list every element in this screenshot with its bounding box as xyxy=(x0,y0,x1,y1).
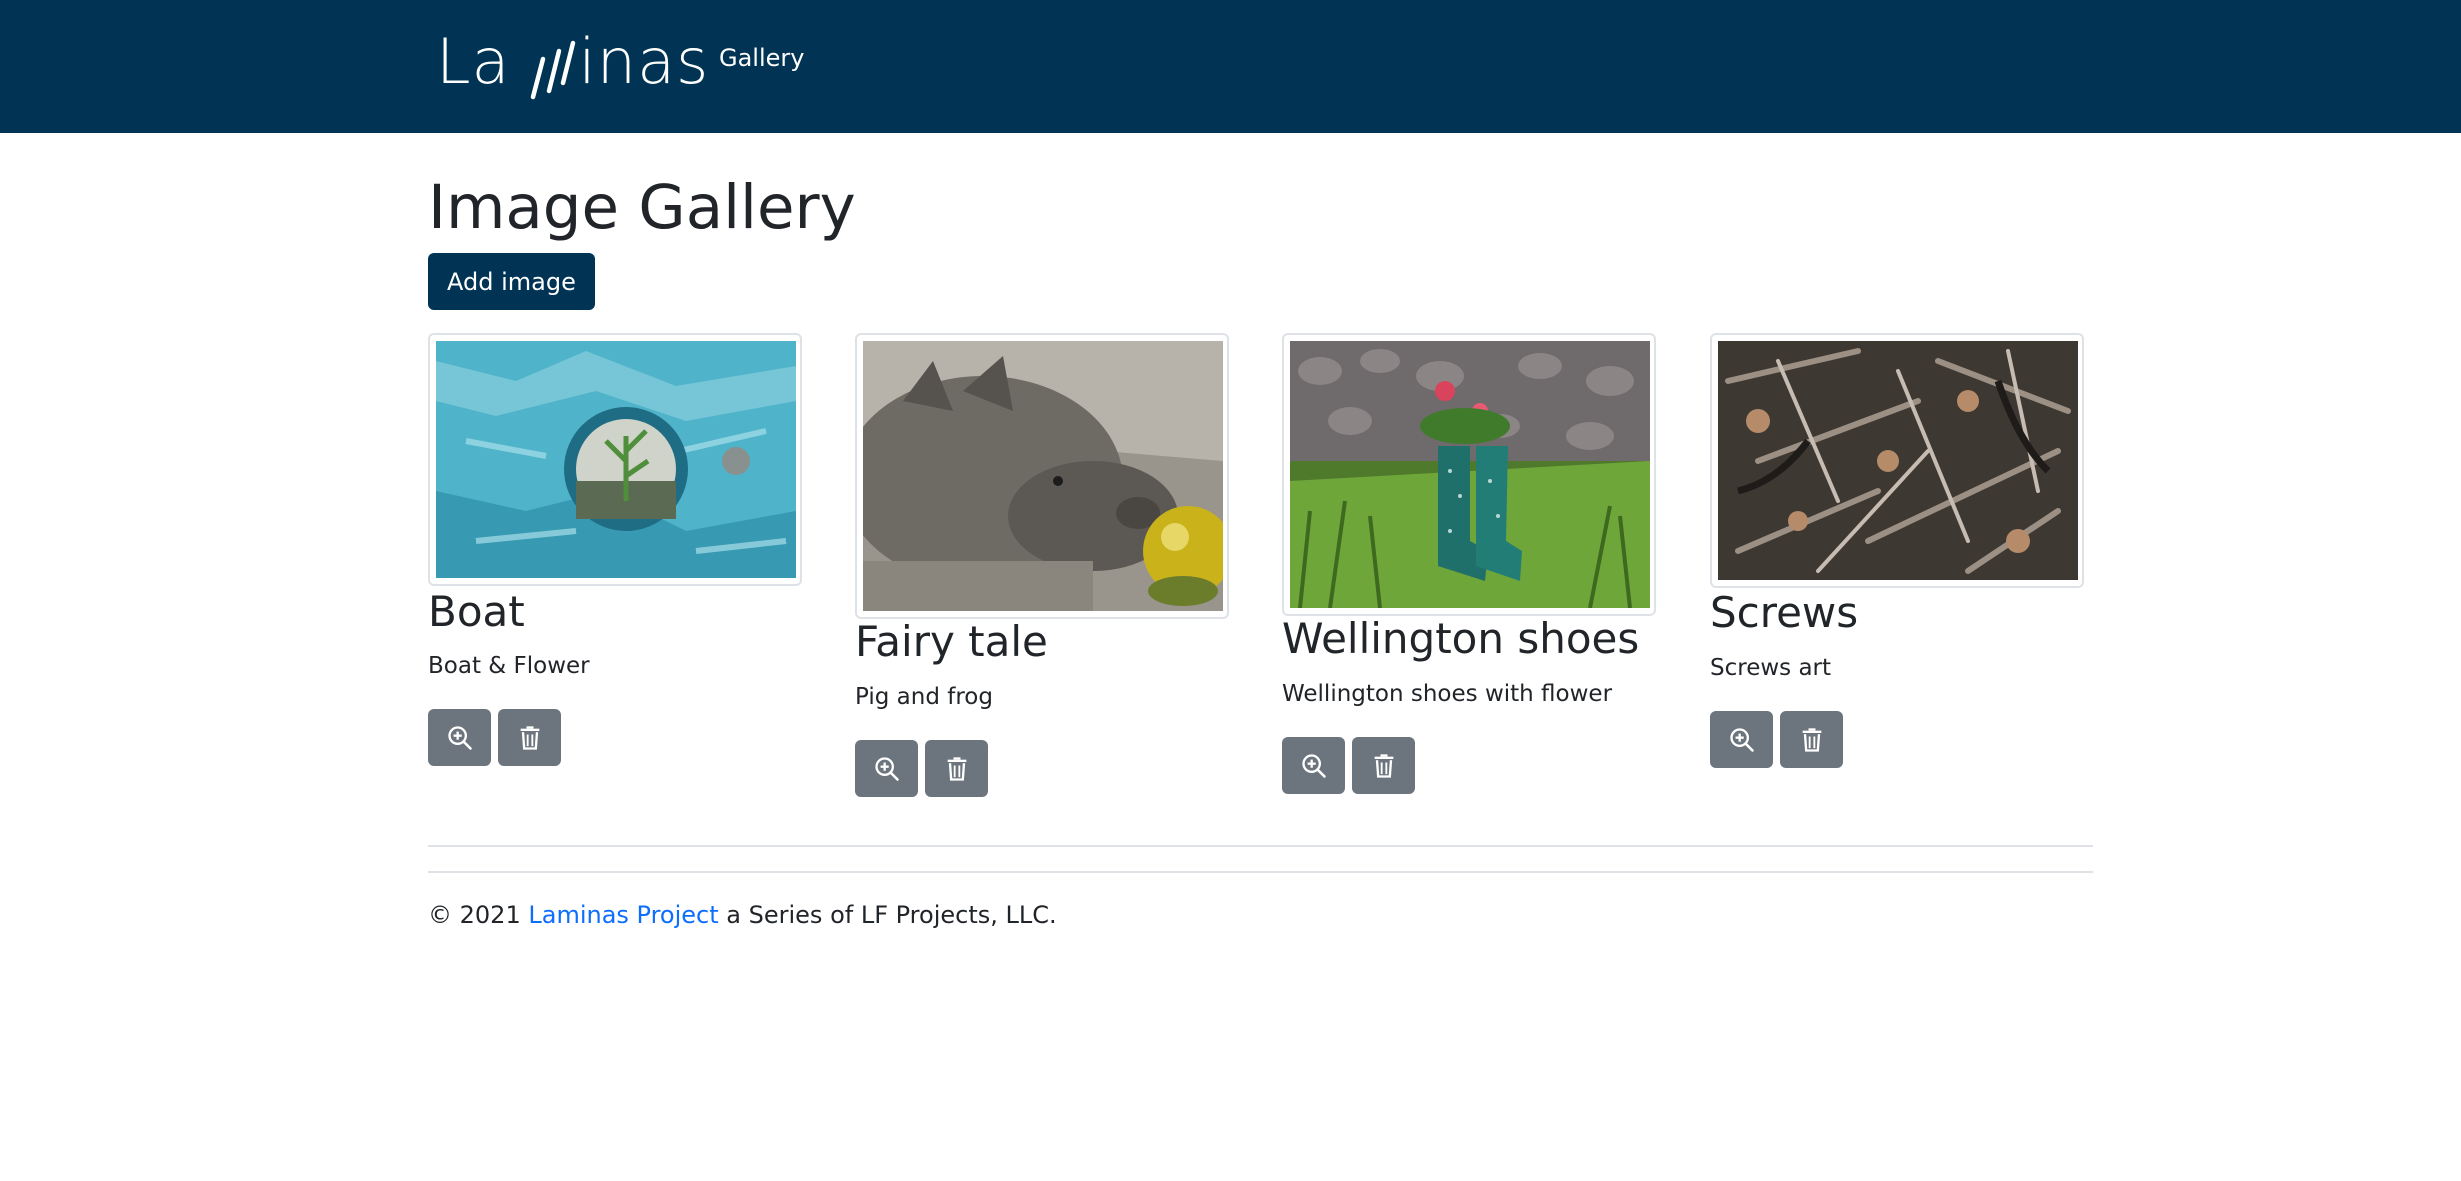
logo-text-right: inas xyxy=(578,24,710,98)
add-image-button[interactable]: Add image xyxy=(428,253,595,310)
boat-photo xyxy=(436,341,796,578)
zoom-in-icon xyxy=(1301,753,1326,778)
footer-copyright: © 2021 xyxy=(428,901,521,929)
wellington-shoes-photo xyxy=(1290,341,1650,608)
image-actions xyxy=(855,740,988,797)
view-image-button[interactable] xyxy=(428,709,491,766)
image-actions xyxy=(1710,711,1843,768)
image-title: Screws xyxy=(1710,588,1859,637)
pig-frog-photo xyxy=(863,341,1223,611)
image-thumbnail-wellington-shoes[interactable] xyxy=(1282,333,1656,616)
zoom-in-icon xyxy=(874,756,899,781)
nav-gallery-link[interactable]: Gallery xyxy=(719,44,804,72)
content-divider xyxy=(428,845,2093,847)
trash-icon xyxy=(1374,753,1393,778)
delete-image-button[interactable] xyxy=(925,740,988,797)
image-actions xyxy=(1282,737,1415,794)
footer-laminas-link[interactable]: Laminas Project xyxy=(528,901,718,929)
trash-icon xyxy=(1802,727,1821,752)
footer-suffix: a Series of LF Projects, LLC. xyxy=(726,901,1057,929)
image-thumbnail-boat[interactable] xyxy=(428,333,802,586)
logo-slashes-icon xyxy=(530,40,575,100)
view-image-button[interactable] xyxy=(1282,737,1345,794)
image-description: Pig and frog xyxy=(855,684,993,710)
screws-photo xyxy=(1718,341,2078,580)
laminas-logo[interactable]: La inas xyxy=(436,16,709,106)
footer-divider xyxy=(428,871,2093,873)
zoom-in-icon xyxy=(447,725,472,750)
image-description: Boat & Flower xyxy=(428,653,590,679)
view-image-button[interactable] xyxy=(1710,711,1773,768)
zoom-in-icon xyxy=(1729,727,1754,752)
logo-text-left: La xyxy=(436,24,511,98)
delete-image-button[interactable] xyxy=(1352,737,1415,794)
image-thumbnail-screws[interactable] xyxy=(1710,333,2084,588)
image-thumbnail-fairy-tale[interactable] xyxy=(855,333,1229,619)
view-image-button[interactable] xyxy=(855,740,918,797)
image-title: Boat xyxy=(428,587,525,636)
navbar: La inas Gallery xyxy=(0,0,2461,133)
image-title: Fairy tale xyxy=(855,617,1048,666)
delete-image-button[interactable] xyxy=(1780,711,1843,768)
image-description: Wellington shoes with flower xyxy=(1282,681,1613,707)
trash-icon xyxy=(520,725,539,750)
trash-icon xyxy=(947,756,966,781)
footer: © 2021 Laminas Project a Series of LF Pr… xyxy=(428,899,1057,931)
page-title: Image Gallery xyxy=(428,172,856,243)
image-description: Screws art xyxy=(1710,655,1832,681)
delete-image-button[interactable] xyxy=(498,709,561,766)
image-actions xyxy=(428,709,561,766)
image-title: Wellington shoes xyxy=(1282,614,1640,663)
